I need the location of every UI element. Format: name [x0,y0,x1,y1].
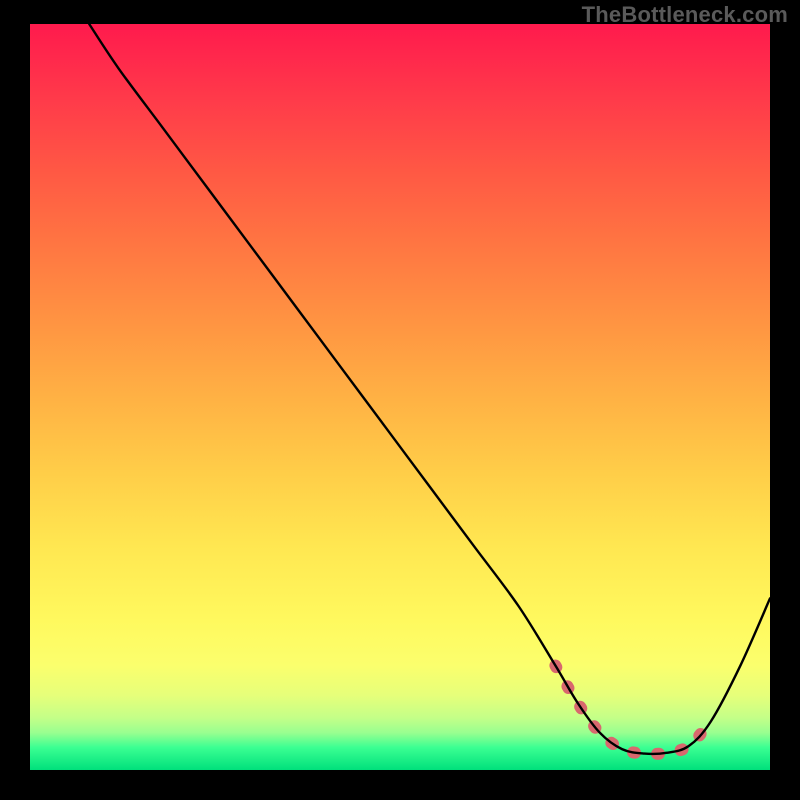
plot-area [30,24,770,770]
bottleneck-curve [89,24,770,754]
highlight-segment [555,666,710,754]
chart-frame: TheBottleneck.com [0,0,800,800]
curve-layer [30,24,770,770]
